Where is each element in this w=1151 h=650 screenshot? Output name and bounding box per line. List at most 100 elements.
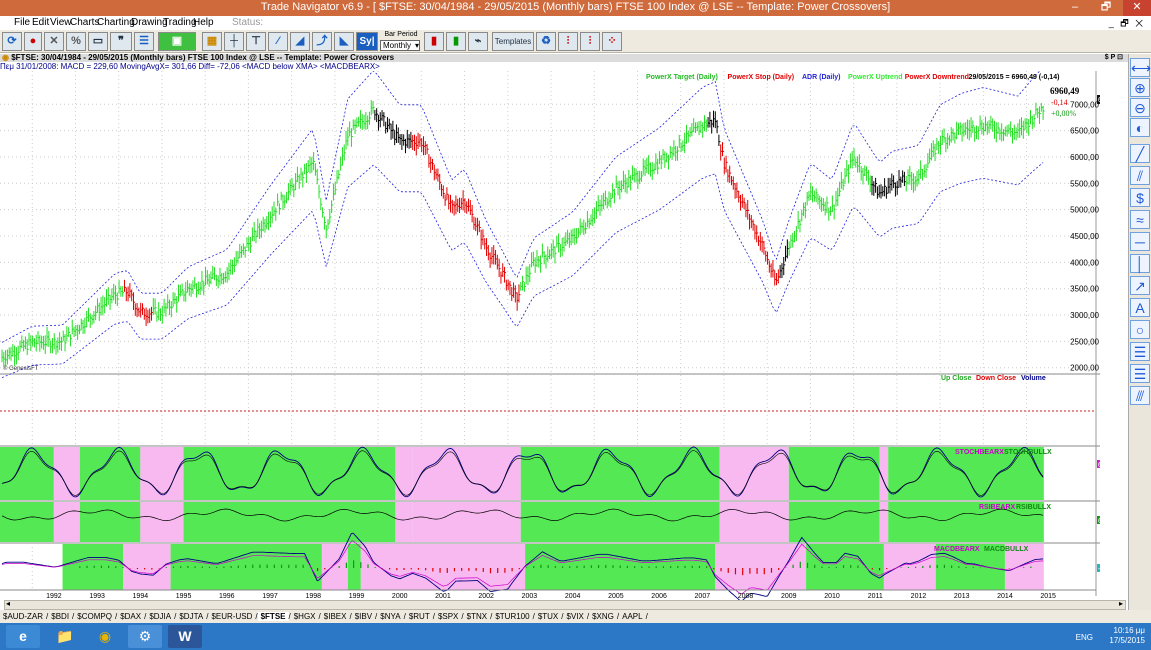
tab-symbol[interactable]: $IBV (352, 612, 375, 621)
horizontal-scrollbar[interactable]: ◂ ▸ (4, 599, 1126, 610)
rsi-zone (395, 502, 413, 542)
line-chart-icon[interactable]: ⁄ (268, 32, 288, 51)
tab-symbol[interactable]: $DAX (117, 612, 144, 621)
fan-icon[interactable]: ⫻ (1130, 386, 1150, 405)
scroll-right-icon[interactable]: ▸ (1119, 599, 1123, 608)
tab-symbol[interactable]: $IBEX (321, 612, 350, 621)
tab-symbol[interactable]: $TUX (535, 612, 561, 621)
lang-indicator[interactable]: ENG (1076, 633, 1093, 642)
chrome-icon[interactable]: ◉ (88, 625, 122, 648)
trend-line-icon[interactable]: ╱ (1130, 144, 1150, 163)
menu-charting[interactable]: Charting (97, 17, 135, 28)
tab-symbol[interactable]: $BDI (48, 612, 72, 621)
explorer-icon[interactable]: 📁 (48, 625, 82, 648)
clock-time[interactable]: 10:16 μμ (1109, 626, 1145, 636)
tab-symbol[interactable]: $COMPQ (74, 612, 115, 621)
scroll-left-icon[interactable]: ◂ (6, 599, 10, 608)
macd-zone (883, 544, 936, 590)
chart-area[interactable]: 7000,00 6500,00 6000,00 5500,00 5000,00 4500,… (0, 67, 1124, 602)
chart-plus-icon[interactable]: ◣ (334, 32, 354, 51)
stoch-zone (412, 447, 521, 500)
retracement-icon[interactable]: ☰ (1130, 364, 1150, 383)
tab-symbol[interactable]: $DJIA (146, 612, 174, 621)
recycle-icon[interactable]: ♻ (536, 32, 556, 51)
menu-edit[interactable]: Edit (32, 17, 49, 28)
tab-symbol[interactable]: $TUR100 (492, 612, 532, 621)
horizontal-line-icon[interactable]: ─ (1130, 232, 1150, 251)
cursor-icon[interactable]: ⊤ (246, 32, 266, 51)
fib-icon[interactable]: ≈ (1130, 210, 1150, 229)
zoom-out-icon[interactable]: ⊖ (1130, 98, 1150, 117)
year-label: 1995 (176, 593, 192, 600)
list-icon[interactable]: ☰ (134, 32, 154, 51)
chart-legend-item: ADR (Daily) (802, 74, 841, 81)
year-label: 2008 (738, 593, 754, 600)
tab-symbol[interactable]: $TNX (464, 612, 490, 621)
dots-icon[interactable]: ⁘ (602, 32, 622, 51)
magnet-icon[interactable]: ◐ (1130, 118, 1150, 137)
chart-svg[interactable]: 7000,00 6500,00 6000,00 5500,00 5000,00 4500,… (0, 67, 1124, 602)
menu-help[interactable]: Help (193, 17, 214, 28)
word-icon[interactable]: W (168, 625, 202, 648)
tab-symbol[interactable]: AAPL (619, 612, 645, 621)
macd-zone (429, 544, 526, 590)
restore-button[interactable]: 🗗 (1092, 0, 1120, 16)
tab-symbol[interactable]: $XNG (589, 612, 617, 621)
year-label: 1994 (133, 593, 149, 600)
templates-button[interactable]: Templates (492, 32, 534, 51)
tab-symbol-active[interactable]: $FTSE (257, 612, 289, 621)
ie-icon[interactable]: e (6, 625, 40, 648)
menu-file[interactable]: File (14, 17, 30, 28)
minimize-button[interactable]: – (1061, 0, 1089, 16)
line-icon[interactable]: ⌁ (468, 32, 488, 51)
bars-icon[interactable]: ▭ (88, 32, 108, 51)
gann-icon[interactable]: ☰ (1130, 342, 1150, 361)
dollar-icon[interactable]: $ (1130, 188, 1150, 207)
channel-icon[interactable]: ⫽ (1130, 166, 1150, 185)
hist2-icon[interactable]: ⫶ (580, 32, 600, 51)
stoch-zone (53, 447, 80, 500)
chart-legend-item: 29/05/2015 = 6960,49 (-0,14) (969, 74, 1060, 81)
tools-icon[interactable]: ✕ (44, 32, 64, 51)
text-icon[interactable]: A (1130, 298, 1150, 317)
close-button[interactable]: ✕ (1123, 0, 1151, 16)
tab-symbol[interactable]: $AUD-ZAR (0, 612, 46, 621)
symbol-button[interactable]: Sy| (356, 32, 378, 51)
candle-green-icon[interactable]: ▮ (446, 32, 466, 51)
year-label: 2009 (781, 593, 797, 600)
vertical-line-icon[interactable]: │ (1130, 254, 1150, 273)
clock-date[interactable]: 17/5/2015 (1109, 636, 1145, 646)
tab-symbol[interactable]: $VIX (564, 612, 587, 621)
tab-symbol[interactable]: $DJTA (176, 612, 206, 621)
percent-icon[interactable]: % (66, 32, 86, 51)
bar-period-select[interactable]: Monthly ▾ (380, 40, 420, 51)
tab-symbol[interactable]: $NYA (377, 612, 403, 621)
tab-symbol[interactable]: $SPX (435, 612, 461, 621)
green-button-icon[interactable]: ▣ (158, 32, 196, 51)
menu-view[interactable]: View (50, 17, 72, 28)
price-axis-label: 6000,00 (1070, 153, 1099, 162)
quote-icon[interactable]: ❞ (110, 32, 132, 51)
menu-charts[interactable]: Charts (70, 17, 99, 28)
tab-symbol[interactable]: $HGX (291, 612, 319, 621)
price-tag: 6960,49 (1098, 97, 1100, 104)
tradenav-icon[interactable]: ⚙ (128, 625, 162, 648)
tab-symbol[interactable]: $RUT (406, 612, 433, 621)
circle-icon[interactable]: ○ (1130, 320, 1150, 339)
compare-chart-icon[interactable]: ⤴ (312, 32, 332, 51)
calc-icon[interactable]: ▦ (202, 32, 222, 51)
area-chart-icon[interactable]: ◢ (290, 32, 310, 51)
zoom-in-icon[interactable]: ⊕ (1130, 78, 1150, 97)
crosshair-icon[interactable]: ┼ (224, 32, 244, 51)
chart-header-bar: ◉ $FTSE: 30/04/1984 - 29/05/2015 (Monthl… (0, 54, 1151, 62)
menu-trading[interactable]: Trading (163, 17, 197, 28)
hist-icon[interactable]: ⫶ (558, 32, 578, 51)
arrow-icon[interactable]: ↗ (1130, 276, 1150, 295)
pane-buttons[interactable]: $ P ⊡ (1105, 54, 1123, 62)
refresh-icon[interactable]: ⟳ (2, 32, 22, 51)
rsi-label: RSIBULLX (1016, 504, 1051, 511)
tab-symbol[interactable]: $EUR-USD (208, 612, 255, 621)
traffic-light-icon[interactable]: ● (24, 32, 42, 51)
candle-red-icon[interactable]: ▮ (424, 32, 444, 51)
expand-icon[interactable]: ⟷ (1130, 58, 1151, 77)
